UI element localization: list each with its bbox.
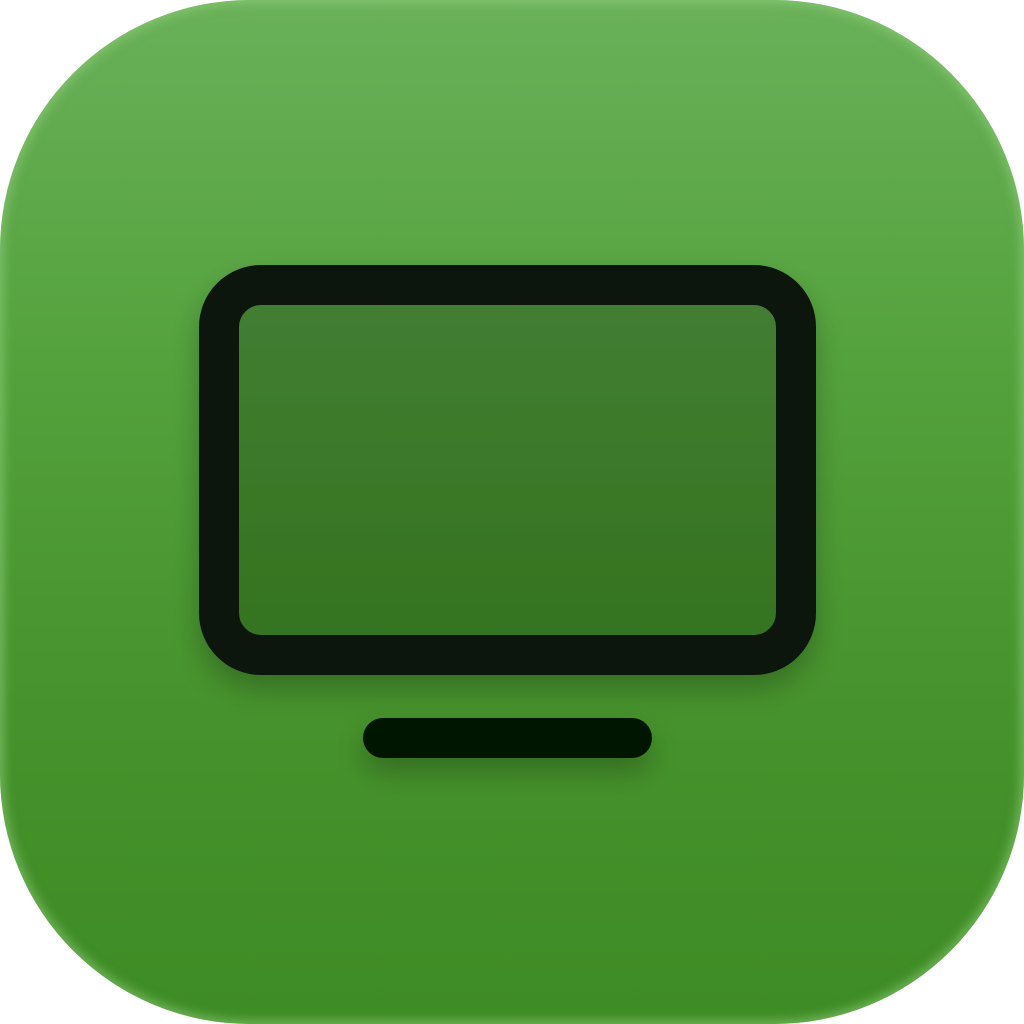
monitor-icon bbox=[199, 265, 816, 758]
canvas bbox=[0, 0, 1024, 1024]
monitor-screen bbox=[199, 265, 816, 675]
app-icon[interactable] bbox=[0, 0, 1024, 1024]
